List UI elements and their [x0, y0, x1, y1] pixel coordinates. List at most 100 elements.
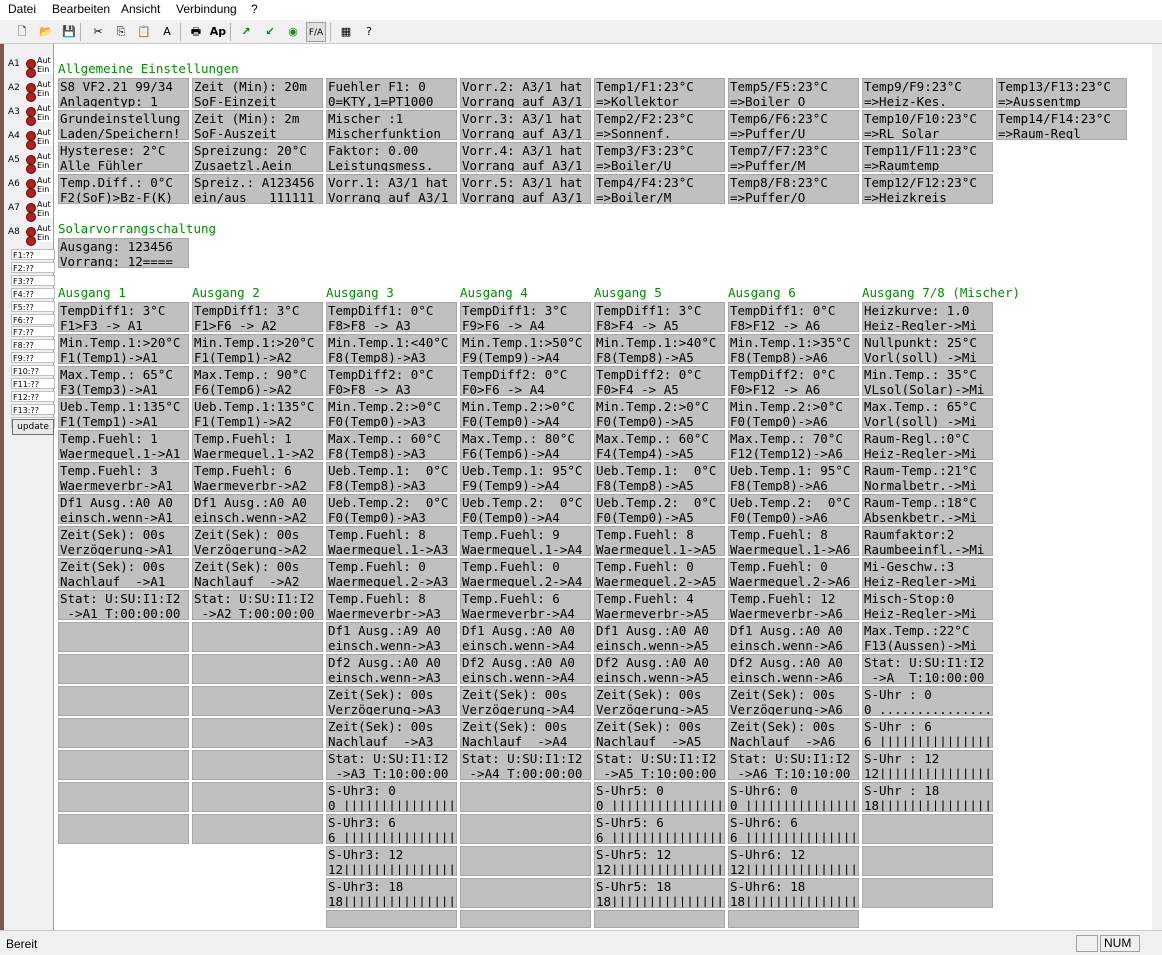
output-setting-cell[interactable]: Stat: U:SU:I1:I2 ->A5 T:10:00:00	[594, 750, 725, 780]
output-setting-cell[interactable]: Df2 Ausg.:A0 A0 einsch.wenn->A6	[728, 654, 859, 684]
output-setting-cell[interactable]	[192, 782, 323, 812]
general-setting-cell[interactable]: Vorr.3: A3/1 hat Vorrang auf A3/1	[460, 110, 591, 140]
output-setting-cell[interactable]: Temp.Fuehl: 8 Waermequel.1->A3	[326, 526, 457, 556]
general-setting-cell[interactable]: Temp11/F11:23°C =>Raumtemp	[862, 142, 993, 172]
output-setting-cell[interactable]: Min.Temp.1:>20°C F1(Temp1)->A1	[58, 334, 189, 364]
output-setting-cell[interactable]: TempDiff1: 0°C F8>F12 -> A6	[728, 302, 859, 332]
globe-icon[interactable]: ◉	[283, 22, 303, 42]
general-setting-cell[interactable]: Spreiz.: A123456 ein/aus 111111	[192, 174, 323, 204]
output-setting-cell[interactable]: Ueb.Temp.1: 95°C F9(Temp9)->A4	[460, 462, 591, 492]
output-setting-cell[interactable]	[326, 910, 457, 928]
output-setting-cell[interactable]	[862, 814, 993, 844]
general-setting-cell[interactable]: S8 VF2.21 99/34 Anlagentyp: 1	[58, 78, 189, 108]
output-setting-cell[interactable]: Min.Temp.1:>50°C F9(Temp9)->A4	[460, 334, 591, 364]
output-setting-cell[interactable]: Stat: U:SU:I1:I2 ->A1 T:00:00:00	[58, 590, 189, 620]
output-setting-cell[interactable]: Df2 Ausg.:A0 A0 einsch.wenn->A5	[594, 654, 725, 684]
output-setting-cell[interactable]: S-Uhr6: 00 ||||||||||||||||| 6	[728, 782, 859, 812]
general-setting-cell[interactable]: Temp13/F13:23°C =>Aussentmp	[996, 78, 1127, 108]
print-icon[interactable]: 🖶	[186, 22, 206, 42]
output-setting-cell[interactable]: TempDiff2: 0°C F0>F12 -> A6	[728, 366, 859, 396]
output-mode-auto[interactable]: Aut	[37, 224, 53, 233]
output-setting-cell[interactable]: Temp.Fuehl: 0 Waermequel.2->A3	[326, 558, 457, 588]
new-file-icon[interactable]: 🗋	[12, 22, 32, 42]
output-setting-cell[interactable]: S-Uhr6: 1818||||||||||||||||24	[728, 878, 859, 908]
output-setting-cell[interactable]: Df2 Ausg.:A0 A0 einsch.wenn->A4	[460, 654, 591, 684]
general-setting-cell[interactable]: Temp10/F10:23°C =>RL Solar	[862, 110, 993, 140]
output-setting-cell[interactable]: Zeit(Sek): 00s Nachlauf ->A4	[460, 718, 591, 748]
vertical-scrollbar[interactable]	[1152, 44, 1162, 930]
output-setting-cell[interactable]: Temp.Fuehl: 12 Waermeverbr->A6	[728, 590, 859, 620]
output-setting-cell[interactable]: Misch-Stop:0 Heiz-Regler->Mi	[862, 590, 993, 620]
help-icon[interactable]: ?	[359, 22, 379, 42]
menu-2[interactable]: Ansicht	[121, 2, 160, 16]
general-setting-cell[interactable]: Hysterese: 2°C Alle Fühler	[58, 142, 189, 172]
output-setting-cell[interactable]	[460, 782, 591, 812]
output-setting-cell[interactable]: Max.Temp.: 80°C F6(Temp6)->A4	[460, 430, 591, 460]
output-setting-cell[interactable]: Raumfaktor:2 Raumbeeinfl.->Mi	[862, 526, 993, 556]
output-setting-cell[interactable]: S-Uhr5: 00 ||||||||||||||||| 6	[594, 782, 725, 812]
output-setting-cell[interactable]	[460, 878, 591, 908]
output-setting-cell[interactable]: Temp.Fuehl: 9 Waermequel.1->A4	[460, 526, 591, 556]
output-mode-ein[interactable]: Ein	[37, 161, 53, 170]
output-setting-cell[interactable]: Temp.Fuehl: 0 Waermequel.2->A5	[594, 558, 725, 588]
output-setting-cell[interactable]: Temp.Fuehl: 4 Waermeverbr->A5	[594, 590, 725, 620]
output-setting-cell[interactable]	[58, 622, 189, 652]
output-setting-cell[interactable]: Ueb.Temp.1: 0°C F8(Temp8)->A5	[594, 462, 725, 492]
general-setting-cell[interactable]: Temp1/F1:23°C =>Kollektor	[594, 78, 725, 108]
general-setting-cell[interactable]: Temp14/F14:23°C =>Raum-Regl	[996, 110, 1127, 140]
general-setting-cell[interactable]: Temp8/F8:23°C =>Puffer/O	[728, 174, 859, 204]
general-setting-cell[interactable]: Grundeinstellung Laden/Speichern!	[58, 110, 189, 140]
output-setting-cell[interactable]: Df1 Ausg.:A0 A0 einsch.wenn->A1	[58, 494, 189, 524]
output-setting-cell[interactable]: S-Uhr5: 66 |||||||||||||||||12	[594, 814, 725, 844]
output-setting-cell[interactable]: Ueb.Temp.1: 95°C F8(Temp8)->A6	[728, 462, 859, 492]
menu-3[interactable]: Verbindung	[176, 2, 237, 16]
output-setting-cell[interactable]: Max.Temp.: 65°C F3(Temp3)->A1	[58, 366, 189, 396]
output-setting-cell[interactable]: Df2 Ausg.:A0 A0 einsch.wenn->A3	[326, 654, 457, 684]
output-mode-ein[interactable]: Ein	[37, 185, 53, 194]
output-setting-cell[interactable]: Min.Temp.1:>20°C F1(Temp1)->A2	[192, 334, 323, 364]
table-icon[interactable]: ▦	[336, 22, 356, 42]
output-setting-cell[interactable]: Zeit(Sek): 00s Verzögerung->A1	[58, 526, 189, 556]
output-setting-cell[interactable]: Zeit(Sek): 00s Nachlauf ->A1	[58, 558, 189, 588]
output-setting-cell[interactable]: Min.Temp.: 35°C VLsol(Solar)->Mi	[862, 366, 993, 396]
menu-1[interactable]: Bearbeiten	[52, 2, 110, 16]
output-mode-ein[interactable]: Ein	[37, 233, 53, 242]
output-setting-cell[interactable]: S-Uhr3: 1818||||||||||||||||24	[326, 878, 457, 908]
output-setting-cell[interactable]: Temp.Fuehl: 8 Waermequel.1->A6	[728, 526, 859, 556]
output-setting-cell[interactable]: Raum-Temp.:21°C Normalbetr.->Mi	[862, 462, 993, 492]
output-setting-cell[interactable]: S-Uhr3: 1212||||||||||||||||18	[326, 846, 457, 876]
general-setting-cell[interactable]: Temp5/F5:23°C =>Boiler O	[728, 78, 859, 108]
output-setting-cell[interactable]: Mi-Geschw.:3 Heiz-Regler->Mi	[862, 558, 993, 588]
output-setting-cell[interactable]	[862, 878, 993, 908]
general-setting-cell[interactable]: Zeit (Min): 2m SoF-Auszeit	[192, 110, 323, 140]
output-setting-cell[interactable]	[460, 910, 591, 928]
general-setting-cell[interactable]: Zeit (Min): 20m SoF-Einzeit	[192, 78, 323, 108]
output-setting-cell[interactable]: Stat: U:SU:I1:I2 ->A T:10:00:00	[862, 654, 993, 684]
output-setting-cell[interactable]: Stat: U:SU:I1:I2 ->A2 T:00:00:00	[192, 590, 323, 620]
copy-icon[interactable]: ⎘	[111, 22, 131, 42]
output-mode-auto[interactable]: Aut	[37, 80, 53, 89]
output-setting-cell[interactable]: TempDiff1: 0°C F8>F8 -> A3	[326, 302, 457, 332]
output-mode-auto[interactable]: Aut	[37, 104, 53, 113]
output-setting-cell[interactable]: S-Uhr3: 66 |||||||||||||||||12	[326, 814, 457, 844]
general-setting-cell[interactable]: Temp6/F6:23°C =>Puffer/U	[728, 110, 859, 140]
output-setting-cell[interactable]: Min.Temp.2:>0°C F0(Temp0)->A4	[460, 398, 591, 428]
output-setting-cell[interactable]	[460, 846, 591, 876]
general-setting-cell[interactable]: Fuehler F1: 0 0=KTY,1=PT1000	[326, 78, 457, 108]
ap-icon[interactable]: Ap	[208, 22, 228, 42]
menu-4[interactable]: ?	[251, 2, 258, 16]
output-setting-cell[interactable]: Max.Temp.:22°C F13(Aussen)->Mi	[862, 622, 993, 652]
general-setting-cell[interactable]: Vorr.2: A3/1 hat Vorrang auf A3/1	[460, 78, 591, 108]
output-setting-cell[interactable]: Ueb.Temp.2: 0°C F0(Temp0)->A4	[460, 494, 591, 524]
output-setting-cell[interactable]: S-Uhr : 1212||||||||||||||||18	[862, 750, 993, 780]
output-setting-cell[interactable]: Min.Temp.1:>35°C F8(Temp8)->A6	[728, 334, 859, 364]
output-setting-cell[interactable]: Min.Temp.2:>0°C F0(Temp0)->A5	[594, 398, 725, 428]
output-setting-cell[interactable]: Max.Temp.: 60°C F8(Temp8)->A3	[326, 430, 457, 460]
output-setting-cell[interactable]: Max.Temp.: 65°C Vorl(soll) ->Mi	[862, 398, 993, 428]
general-setting-cell[interactable]: Vorr.5: A3/1 hat Vorrang auf A3/1	[460, 174, 591, 204]
output-setting-cell[interactable]	[58, 686, 189, 716]
output-setting-cell[interactable]	[58, 782, 189, 812]
output-setting-cell[interactable]	[862, 846, 993, 876]
output-setting-cell[interactable]: S-Uhr3: 00 ||||||||||||||||| 6	[326, 782, 457, 812]
output-setting-cell[interactable]: Min.Temp.1:>40°C F8(Temp8)->A5	[594, 334, 725, 364]
